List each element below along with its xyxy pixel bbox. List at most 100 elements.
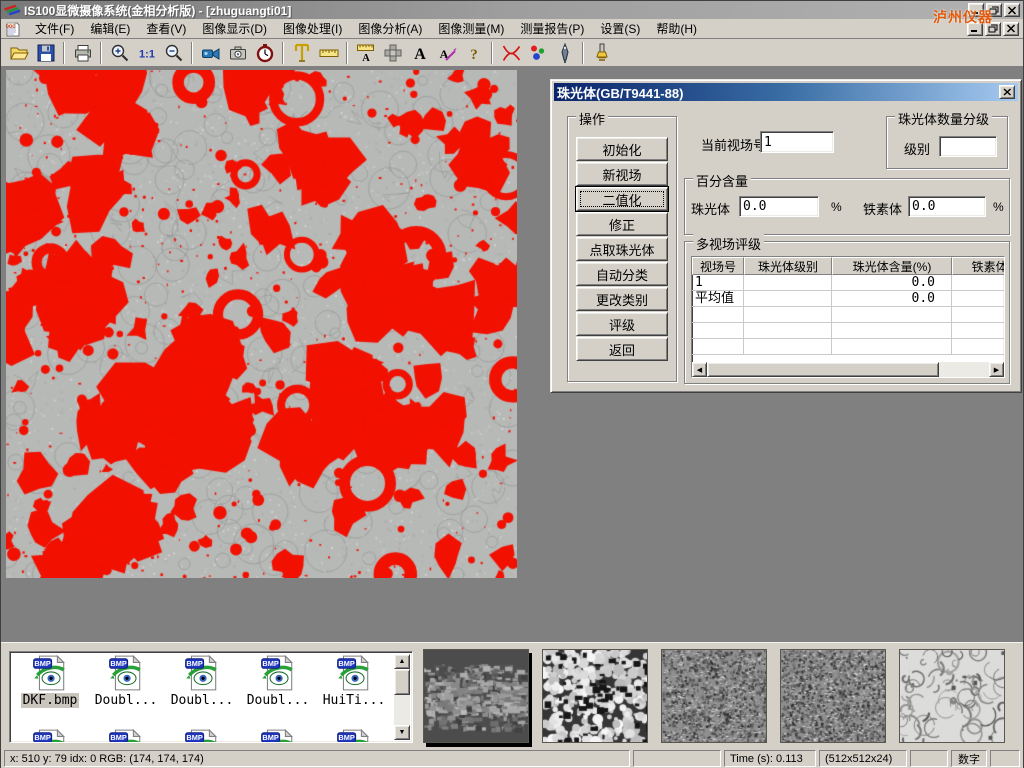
op-button-change-class[interactable]: 更改类别: [576, 287, 668, 311]
thumbnail-5[interactable]: [899, 649, 1005, 743]
thumbnail-2[interactable]: [542, 649, 648, 743]
thumbnail-1[interactable]: [423, 649, 529, 743]
table-cell: [692, 339, 744, 355]
table-header-2[interactable]: 珠光体含量(%): [832, 257, 952, 275]
file-name: HuiTi...: [321, 693, 388, 708]
table-cell: 平均值: [692, 291, 744, 307]
file-item-partial[interactable]: BMP: [164, 728, 240, 743]
open-icon[interactable]: [6, 41, 31, 65]
grid-icon[interactable]: [380, 41, 405, 65]
menu-item-file[interactable]: 文件(F): [27, 18, 82, 39]
title-bar[interactable]: IS100显微摄像系统(金相分析版) - [zhuguangti01]: [1, 1, 1023, 19]
ferrite-percent-label: 铁素体: [863, 199, 902, 218]
grade-input[interactable]: [939, 136, 997, 157]
table-row[interactable]: 平均值0.0: [692, 291, 1004, 307]
pearlite-percent-input[interactable]: [739, 196, 819, 217]
svg-text:?: ?: [470, 47, 478, 63]
bmp-file-icon: BMP: [260, 654, 296, 692]
menu-item-view[interactable]: 查看(V): [138, 18, 194, 39]
pen-icon[interactable]: [552, 41, 577, 65]
table-header-1[interactable]: 珠光体级别: [744, 257, 832, 275]
menu-item-image-measure[interactable]: 图像测量(M): [430, 18, 512, 39]
micrograph-image[interactable]: [6, 70, 517, 578]
save-icon[interactable]: [33, 41, 58, 65]
document-icon[interactable]: DOC: [5, 21, 21, 37]
dialog-title-bar[interactable]: 珠光体(GB/T9441-88): [554, 83, 1018, 101]
menu-item-help[interactable]: 帮助(H): [648, 18, 705, 39]
curve-cut-icon[interactable]: [498, 41, 523, 65]
brush-icon[interactable]: [589, 41, 614, 65]
file-item-partial[interactable]: BMP: [316, 728, 392, 743]
file-item[interactable]: BMPDoubl...: [164, 654, 240, 724]
rating-table[interactable]: 视场号珠光体级别珠光体含量(%)铁素体含量(%)10.0平均值0.0◀▶: [691, 256, 1005, 378]
table-header-0[interactable]: 视场号: [692, 257, 744, 275]
bmp-file-icon: BMP: [336, 654, 372, 692]
scroll-thumb[interactable]: [707, 362, 939, 377]
child-close-button[interactable]: [1003, 22, 1019, 36]
file-item-partial[interactable]: BMP: [240, 728, 316, 743]
file-item-partial[interactable]: BMP: [12, 728, 88, 743]
toolbar-separator: [100, 42, 102, 64]
particles-icon[interactable]: [525, 41, 550, 65]
bmp-file-icon: BMP: [260, 728, 296, 743]
thumbnail-3[interactable]: [661, 649, 767, 743]
table-row[interactable]: 10.0: [692, 275, 1004, 291]
op-button-auto-classify[interactable]: 自动分类: [576, 262, 668, 286]
op-button-return[interactable]: 返回: [576, 337, 668, 361]
menu-item-settings[interactable]: 设置(S): [592, 18, 648, 39]
restore-button[interactable]: [986, 3, 1002, 17]
menu-item-measure-report[interactable]: 测量报告(P): [512, 18, 592, 39]
caliper-icon[interactable]: [289, 41, 314, 65]
child-restore-button[interactable]: [985, 22, 1001, 36]
scroll-thumb[interactable]: [394, 669, 410, 695]
zoom-out-icon[interactable]: [161, 41, 186, 65]
camera-icon[interactable]: [225, 41, 250, 65]
print-icon[interactable]: [70, 41, 95, 65]
op-button-new-field[interactable]: 新视场: [576, 162, 668, 186]
menu-item-image-analysis[interactable]: 图像分析(A): [350, 18, 430, 39]
op-button-correct[interactable]: 修正: [576, 212, 668, 236]
file-item[interactable]: BMPHuiTi...: [316, 654, 392, 724]
file-item[interactable]: BMPDoubl...: [88, 654, 164, 724]
op-button-initialize[interactable]: 初始化: [576, 137, 668, 161]
svg-text:BMP: BMP: [338, 733, 354, 742]
table-row[interactable]: [692, 307, 1004, 323]
child-minimize-button[interactable]: [967, 22, 983, 36]
current-field-input[interactable]: [760, 131, 834, 153]
file-item[interactable]: BMPDoubl...: [240, 654, 316, 724]
menu-item-edit[interactable]: 编辑(E): [82, 18, 138, 39]
table-hscrollbar[interactable]: ◀▶: [692, 362, 1004, 377]
dialog-close-button[interactable]: [999, 85, 1015, 99]
scroll-up-button[interactable]: ▲: [394, 654, 410, 669]
video-capture-icon[interactable]: [198, 41, 223, 65]
thumbnail-4[interactable]: [780, 649, 886, 743]
scroll-down-button[interactable]: ▼: [394, 725, 410, 740]
file-item[interactable]: BMPDKF.bmp: [12, 654, 88, 724]
minimize-button[interactable]: [968, 3, 984, 17]
op-button-rate[interactable]: 评级: [576, 312, 668, 336]
table-header-3[interactable]: 铁素体含量(%): [952, 257, 1005, 275]
annotate-icon[interactable]: A: [434, 41, 459, 65]
table-cell: 1: [692, 275, 744, 291]
measure-text-icon[interactable]: A: [353, 41, 378, 65]
timer-icon[interactable]: [252, 41, 277, 65]
close-button[interactable]: [1004, 3, 1020, 17]
zoom-in-icon[interactable]: [107, 41, 132, 65]
scroll-right-button[interactable]: ▶: [989, 362, 1004, 377]
text-icon[interactable]: A: [407, 41, 432, 65]
table-row[interactable]: [692, 323, 1004, 339]
actual-size-icon[interactable]: 1:1: [134, 41, 159, 65]
op-button-pick-pearlite[interactable]: 点取珠光体: [576, 237, 668, 261]
scroll-left-button[interactable]: ◀: [692, 362, 707, 377]
menu-item-image-process[interactable]: 图像处理(I): [275, 18, 350, 39]
file-item-partial[interactable]: BMP: [88, 728, 164, 743]
ferrite-percent-input[interactable]: [908, 196, 986, 217]
op-button-binarize[interactable]: 二值化: [576, 187, 668, 211]
ruler-icon[interactable]: [316, 41, 341, 65]
help-icon[interactable]: ?: [461, 41, 486, 65]
file-browser-scrollbar[interactable]: ▲ ▼: [394, 654, 410, 740]
menu-item-image-display[interactable]: 图像显示(D): [194, 18, 275, 39]
bmp-file-icon: BMP: [32, 654, 68, 692]
table-row[interactable]: [692, 339, 1004, 355]
scroll-track[interactable]: [939, 362, 989, 377]
